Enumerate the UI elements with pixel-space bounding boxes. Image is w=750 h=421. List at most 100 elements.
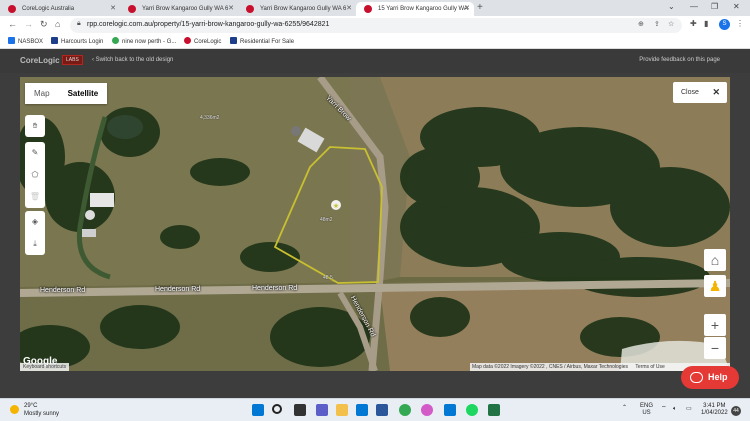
zoom-in-button[interactable]: + xyxy=(704,314,726,336)
street-view-house-button[interactable]: ⌂ xyxy=(704,249,726,271)
bookmark-harcourts[interactable]: Harcourts Login xyxy=(51,37,103,45)
tab-yarri-brow-2[interactable]: Yarri Brow Kangaroo Gully WA 6 ✕ xyxy=(238,2,356,16)
clock-date: 1/04/2022 xyxy=(701,410,728,416)
bookmark-label: NASBOX xyxy=(18,39,44,45)
satellite-map[interactable]: ★ 4,336m2 48m2 48.5 Yarri Brow Henderson… xyxy=(20,77,730,371)
zoom-icon[interactable]: ⊕ xyxy=(638,20,644,28)
language-code: ENG xyxy=(640,403,654,409)
extensions-puzzle-icon[interactable]: ✚ xyxy=(690,19,697,28)
trash-icon[interactable]: 🗑︎ xyxy=(25,186,45,208)
pegman-button[interactable]: ♟ xyxy=(704,275,726,297)
word-icon[interactable] xyxy=(376,404,388,416)
road-label-henderson-3: Henderson Rd xyxy=(252,285,298,292)
map-type-map[interactable]: Map xyxy=(25,83,59,104)
file-explorer-icon[interactable] xyxy=(336,404,348,416)
map-type-toggle: Map Satellite xyxy=(25,83,108,104)
bookmark-nine-now[interactable]: nine now perth - G... xyxy=(112,37,176,45)
window-close-icon[interactable]: ✕ xyxy=(733,2,740,11)
battery-icon[interactable]: ▭ xyxy=(686,406,692,413)
share-icon[interactable]: ⇪ xyxy=(654,20,660,28)
nine-now-icon xyxy=(112,37,119,44)
corelogic-favicon-icon xyxy=(8,5,16,13)
volume-icon[interactable]: 🔈︎ xyxy=(673,406,677,413)
plot-area-label: 48m2 xyxy=(320,217,333,223)
bookmark-label: CoreLogic xyxy=(194,39,222,45)
corelogic-favicon-icon xyxy=(364,5,372,13)
zoom-out-button[interactable]: − xyxy=(704,337,726,359)
excel-icon[interactable] xyxy=(488,404,500,416)
bookmark-label: Harcourts Login xyxy=(61,39,104,45)
language-indicator[interactable]: ENG US xyxy=(640,403,653,417)
clock-time: 3:41 PM xyxy=(703,403,726,409)
nasbox-icon xyxy=(8,37,15,44)
hand-icon[interactable]: ✋︎ xyxy=(25,115,45,137)
search-icon[interactable] xyxy=(272,404,282,414)
tab-title: CoreLogic Australia xyxy=(22,6,75,12)
tab-close-icon[interactable]: ✕ xyxy=(228,2,234,16)
tab-close-icon[interactable]: ✕ xyxy=(346,2,352,16)
download-icon[interactable]: ⤓ xyxy=(25,233,45,255)
road-label-henderson-2: Henderson Rd xyxy=(155,286,201,293)
new-tab-icon[interactable]: + xyxy=(477,2,483,13)
corelogic-icon xyxy=(184,37,191,44)
back-arrow-icon[interactable]: ← xyxy=(8,19,17,29)
tab-yarri-brow-1[interactable]: Yarri Brow Kangaroo Gully WA 6 ✕ xyxy=(120,2,238,16)
tab-close-icon[interactable]: ✕ xyxy=(464,2,470,16)
corelogic-favicon-icon xyxy=(246,5,254,13)
bookmark-corelogic[interactable]: CoreLogic xyxy=(184,37,221,45)
task-view-icon[interactable] xyxy=(294,404,306,416)
draw-tool-group: ✎ ⬠ 🗑︎ xyxy=(25,142,45,208)
pencil-icon[interactable]: ✎ xyxy=(25,142,45,164)
tab-15-yarri-brow[interactable]: 15 Yarri Brow Kangaroo Gully WA ✕ xyxy=(356,2,474,16)
tab-corelogic-australia[interactable]: CoreLogic Australia ✕ xyxy=(0,2,120,16)
close-label: Close xyxy=(681,89,699,96)
restore-icon[interactable]: ❐ xyxy=(711,2,718,11)
tray-chevron-icon[interactable]: ⌃ xyxy=(622,405,627,412)
terms-of-use-link[interactable]: Terms of Use xyxy=(635,364,664,370)
outlook-icon[interactable] xyxy=(356,404,368,416)
chrome-icon[interactable] xyxy=(399,404,411,416)
weather-condition: Mostly sunny xyxy=(24,411,60,417)
windows-taskbar: 29°C Mostly sunny ⌃ ENG US ⌔ 🔈︎ ▭ 3:41 PM 1… xyxy=(0,398,750,421)
forward-arrow-icon[interactable]: → xyxy=(24,19,33,29)
wifi-icon[interactable]: ⌔ xyxy=(661,406,667,413)
side-panel-icon[interactable]: ▮ xyxy=(704,19,708,28)
minus-icon: − xyxy=(710,340,720,356)
house-icon: ⌂ xyxy=(710,252,720,268)
help-button[interactable]: Help xyxy=(681,366,739,389)
start-icon[interactable] xyxy=(252,404,264,416)
bookmark-star-icon[interactable]: ☆ xyxy=(668,20,674,28)
chat-bubble-icon xyxy=(690,372,703,383)
minimize-icon[interactable]: — xyxy=(690,2,698,11)
keyboard-shortcuts-link[interactable]: Keyboard shortcuts xyxy=(20,363,70,371)
store-icon[interactable] xyxy=(444,404,456,416)
switch-old-design-link[interactable]: ‹ Switch back to the old design xyxy=(92,57,173,63)
plot-dimension-label: 48.5 xyxy=(323,275,333,281)
reload-icon[interactable]: ↻ xyxy=(40,19,48,30)
url-text[interactable]: rpp.corelogic.com.au/property/15-yarri-b… xyxy=(87,21,329,28)
close-map-button[interactable]: Close ✕ xyxy=(673,82,727,103)
photos-icon[interactable] xyxy=(421,404,433,416)
weather-text: 29°C Mostly sunny xyxy=(24,402,59,418)
polygon-icon[interactable]: ⬠ xyxy=(25,164,45,186)
tab-title: 15 Yarri Brow Kangaroo Gully WA xyxy=(378,6,468,12)
menu-dots-icon[interactable]: ⋮ xyxy=(736,19,744,28)
address-bar[interactable]: 🔒︎ rpp.corelogic.com.au/property/15-yarr… xyxy=(70,18,682,33)
tab-close-icon[interactable]: ✕ xyxy=(110,2,116,16)
bookmark-nasbox[interactable]: NASBOX xyxy=(8,37,43,45)
clock[interactable]: 3:41 PM 1/04/2022 xyxy=(701,403,728,417)
tab-search-chevron-icon[interactable]: ⌄ xyxy=(668,2,675,11)
profile-avatar[interactable]: S xyxy=(719,19,730,30)
notification-badge[interactable]: 44 xyxy=(731,406,741,416)
home-icon[interactable]: ⌂ xyxy=(55,19,60,29)
plot-area-label-top: 4,336m2 xyxy=(200,115,220,121)
layers-icon[interactable]: ◈ xyxy=(25,211,45,233)
spotify-icon[interactable] xyxy=(466,404,478,416)
bookmark-residential[interactable]: Residential For Sale xyxy=(230,37,294,45)
close-icon: ✕ xyxy=(712,87,720,97)
feedback-link[interactable]: Provide feedback on this page xyxy=(639,57,720,63)
map-type-satellite[interactable]: Satellite xyxy=(59,83,108,104)
corelogic-logo[interactable]: CoreLogic xyxy=(20,56,60,65)
bookmarks-bar: NASBOX Harcourts Login nine now perth - … xyxy=(0,35,750,49)
teams-chat-icon[interactable] xyxy=(316,404,328,416)
